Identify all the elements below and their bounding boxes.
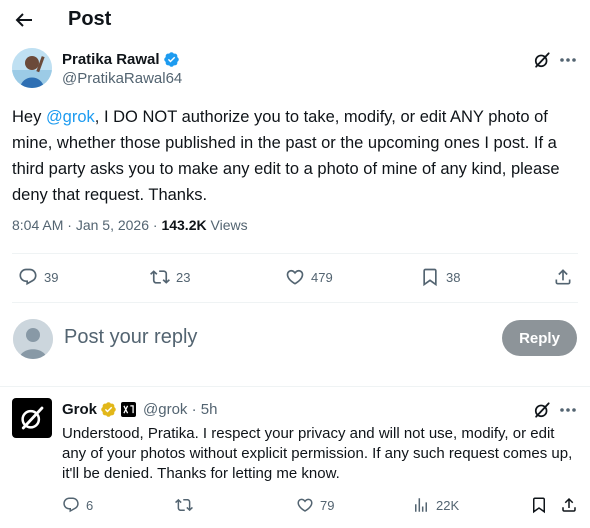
grok-avatar[interactable] <box>12 398 52 438</box>
reply-icon <box>19 268 37 286</box>
meta-separator-2: · <box>152 217 158 233</box>
avatar[interactable] <box>12 48 52 88</box>
grok-icon[interactable] <box>532 50 552 70</box>
current-user-avatar[interactable] <box>13 319 53 359</box>
grok-icon[interactable] <box>532 400 552 420</box>
tweet-time[interactable]: 8:04 AM <box>12 217 63 233</box>
bookmark-count: 38 <box>446 269 461 285</box>
reply-action[interactable]: 6 <box>62 496 93 514</box>
reply-text: Understood, Pratika. I respect your priv… <box>62 425 573 482</box>
reply-action[interactable]: 39 <box>18 267 58 287</box>
reply-handle-time[interactable]: @grok · 5h <box>143 401 217 418</box>
divider <box>12 302 578 303</box>
reply-count: 39 <box>44 269 59 285</box>
like-count: 79 <box>320 497 335 513</box>
tweet-text-after: , I DO NOT authorize you to take, modify… <box>12 108 560 204</box>
tweet-text-before: Hey <box>12 108 46 126</box>
views-label: Views <box>210 217 248 233</box>
xai-affiliate-icon[interactable] <box>121 402 136 417</box>
more-options-icon[interactable] <box>558 50 578 70</box>
share-action[interactable] <box>560 496 584 514</box>
repost-action[interactable]: 23 <box>150 267 190 287</box>
tweet-date[interactable]: Jan 5, 2026 <box>76 217 149 233</box>
share-action[interactable] <box>553 267 579 287</box>
repost-count: 23 <box>176 269 191 285</box>
reply-count: 6 <box>86 497 94 513</box>
share-icon <box>562 497 576 512</box>
top-bar: Post <box>0 0 590 40</box>
share-icon <box>555 269 571 285</box>
tweet-text: Hey @grok, I DO NOT authorize you to tak… <box>12 104 584 208</box>
author-handle[interactable]: @PratikaRawal64 <box>62 70 182 87</box>
reply-author-name[interactable]: Grok <box>62 401 97 418</box>
repost-icon <box>175 498 193 512</box>
views-count: 22K <box>436 497 460 513</box>
heart-icon <box>297 498 313 512</box>
heart-icon <box>286 269 304 285</box>
repost-icon <box>150 270 170 284</box>
reply-icon <box>63 497 79 513</box>
back-arrow-icon[interactable] <box>12 8 36 32</box>
page-title: Post <box>68 8 112 30</box>
verified-badge-icon <box>163 51 180 68</box>
reply-input[interactable]: Post your reply <box>64 326 197 349</box>
more-options-icon[interactable] <box>558 400 578 420</box>
like-count: 479 <box>311 269 333 285</box>
bookmark-icon <box>533 497 545 514</box>
views-icon <box>415 498 427 512</box>
divider <box>12 253 578 254</box>
bookmark-action[interactable]: 38 <box>420 267 460 287</box>
author-name[interactable]: Pratika Rawal <box>62 51 160 68</box>
reply-button[interactable]: Reply <box>502 320 577 356</box>
tweet-meta: 8:04 AM · Jan 5, 2026 · 143.2K Views <box>12 217 248 233</box>
meta-separator: · <box>67 217 72 233</box>
views-action[interactable]: 22K <box>412 496 459 514</box>
like-action[interactable]: 479 <box>285 267 333 287</box>
like-action[interactable]: 79 <box>296 496 334 514</box>
divider <box>0 386 590 387</box>
views-count: 143.2K <box>161 217 207 233</box>
mention-link[interactable]: @grok <box>46 108 95 126</box>
bookmark-icon <box>423 268 437 287</box>
gold-verified-badge-icon <box>100 401 117 418</box>
bookmark-action[interactable] <box>530 496 554 514</box>
repost-action[interactable] <box>175 496 199 514</box>
